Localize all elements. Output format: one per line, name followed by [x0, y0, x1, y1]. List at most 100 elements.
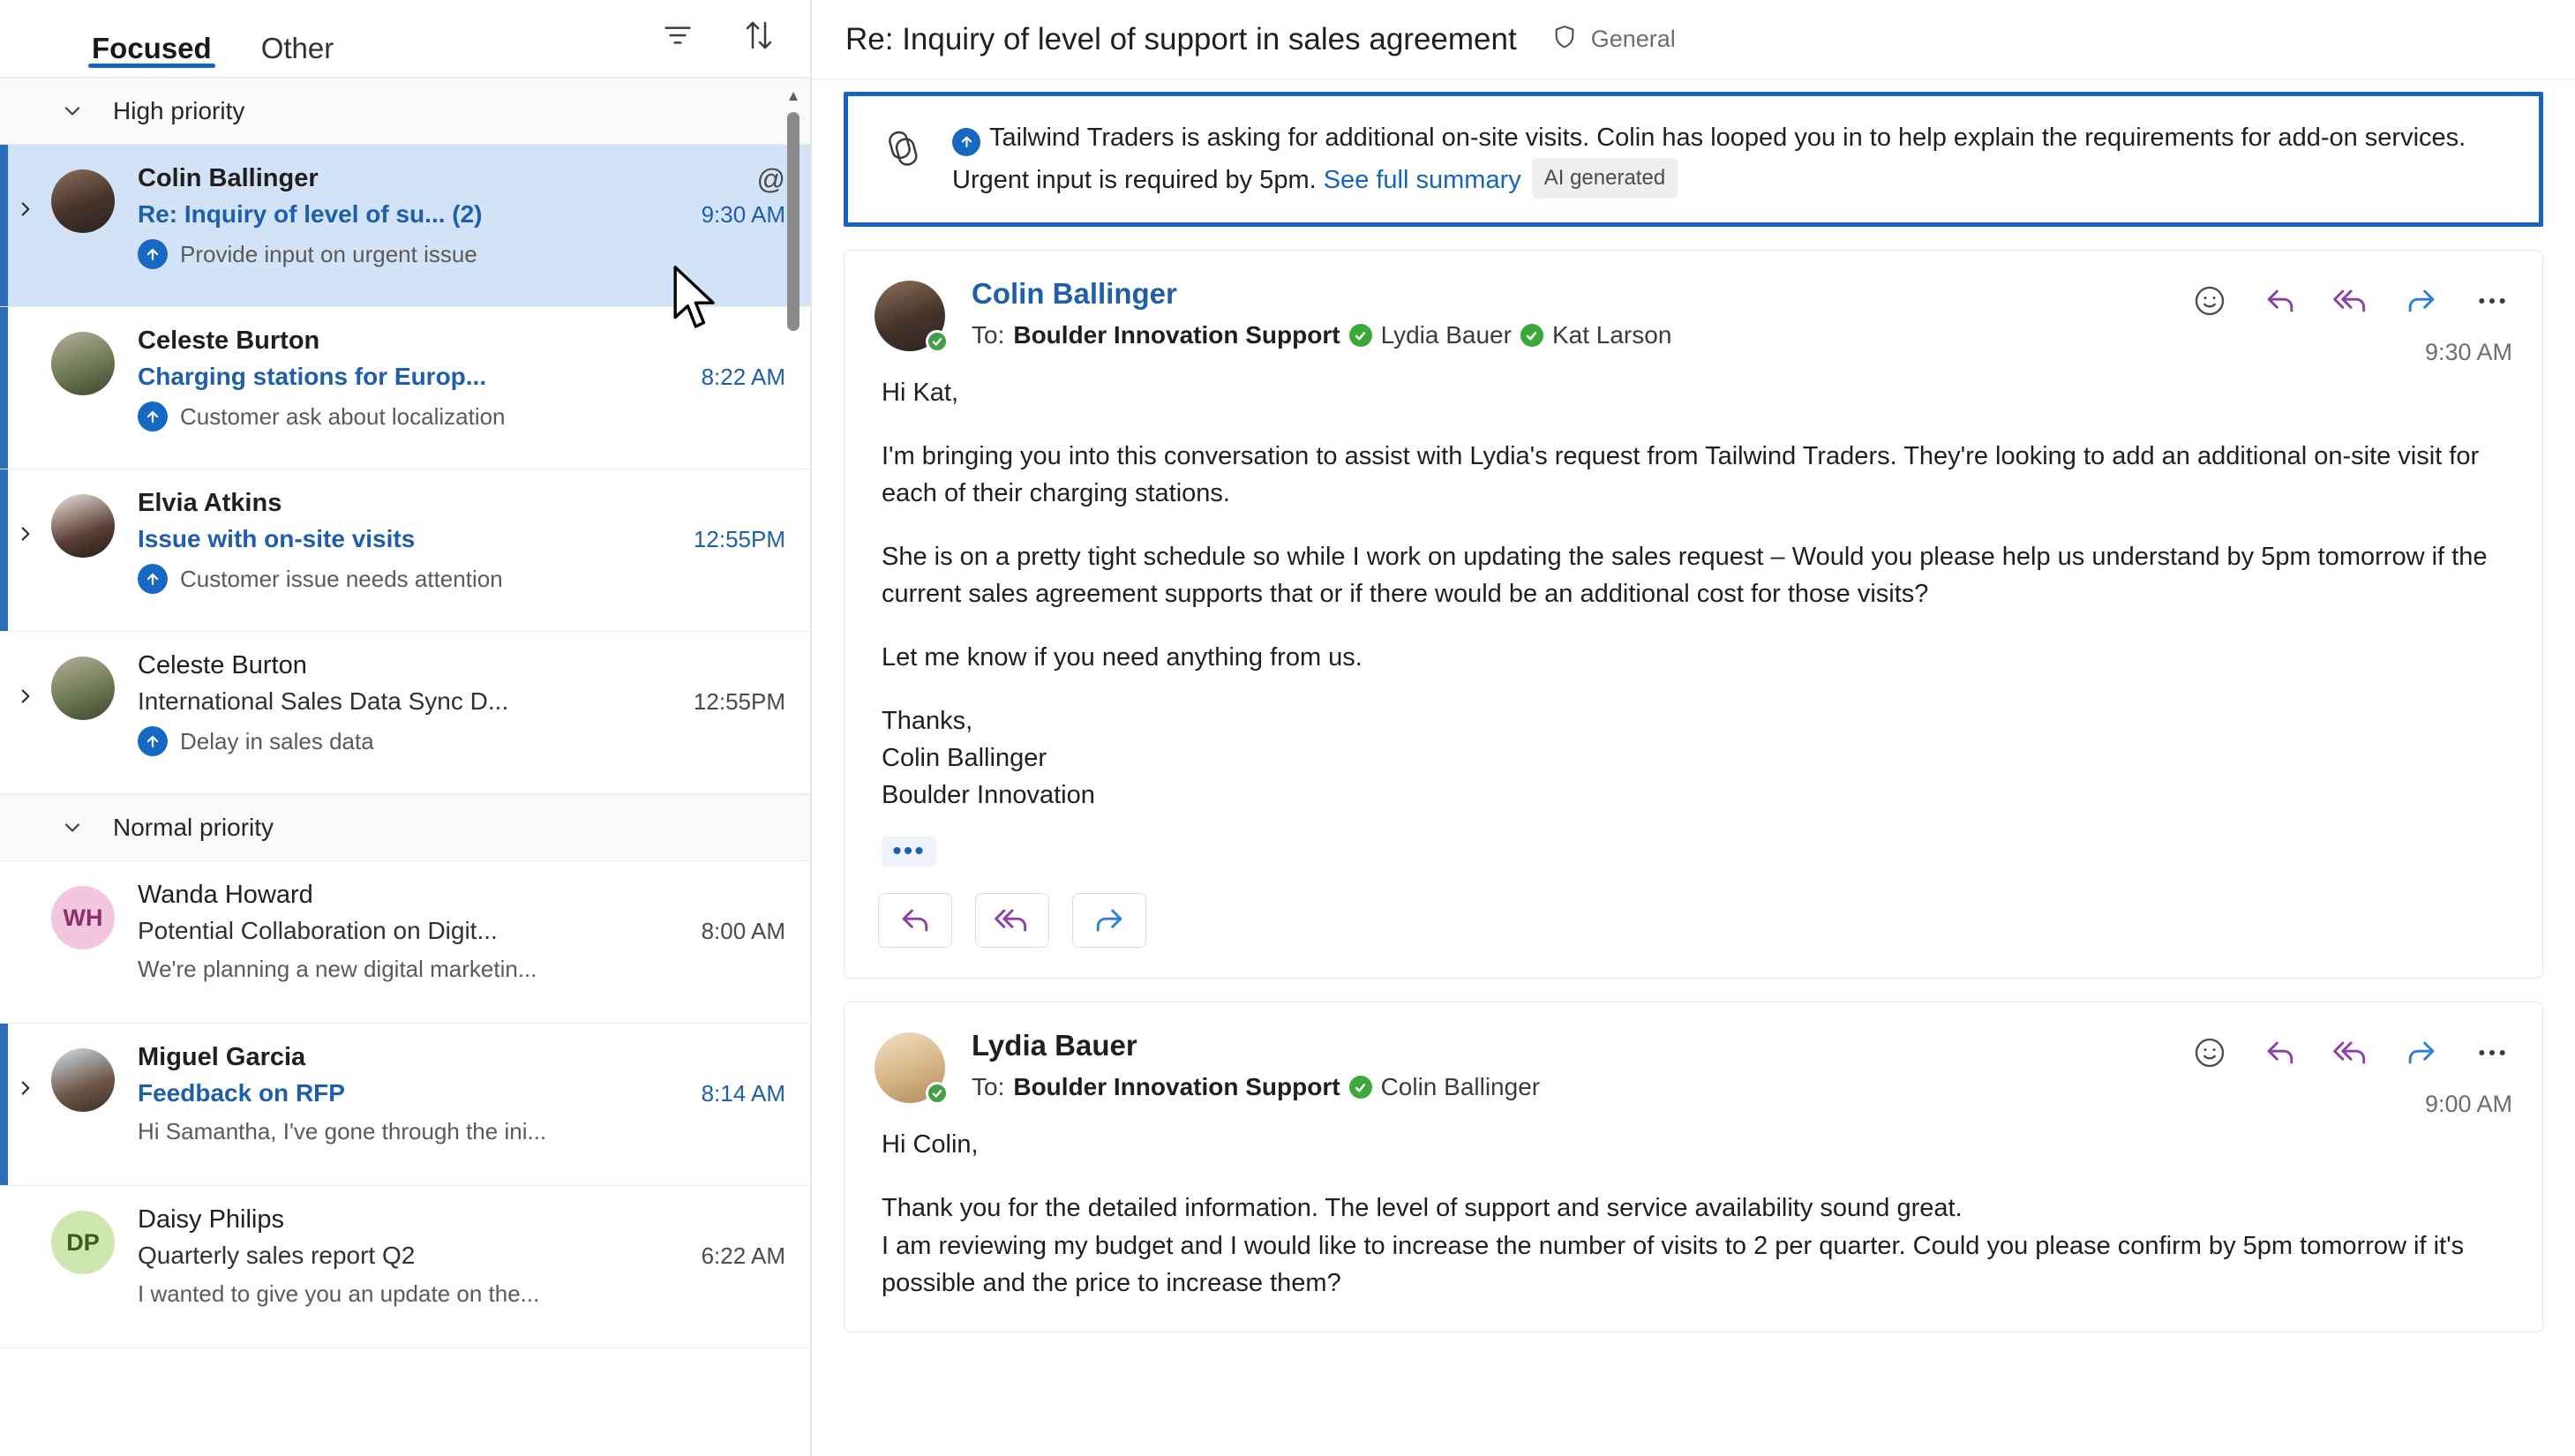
list-item-sender: Elvia Atkins [138, 489, 282, 518]
chevron-down-icon [60, 99, 85, 124]
forward-icon[interactable] [2401, 281, 2442, 321]
group-header-high-priority[interactable]: High priority [0, 78, 810, 145]
forward-icon[interactable] [2401, 1032, 2442, 1073]
tab-focused[interactable]: Focused [88, 0, 215, 77]
expand-thread-chevron-icon[interactable] [0, 651, 51, 774]
avatar [51, 164, 134, 287]
presence-available-icon [926, 330, 949, 353]
list-item-sender: Celeste Burton [138, 651, 307, 680]
list-item-time: 8:22 AM [702, 364, 785, 391]
list-item[interactable]: Celeste Burton Charging stations for Eur… [0, 307, 810, 469]
list-item-content: Colin Ballinger @ Re: Inquiry of level o… [134, 164, 785, 287]
filter-icon[interactable] [658, 16, 697, 55]
to-prefix: To: [972, 1073, 1004, 1101]
expand-thread-chevron-icon [0, 1205, 51, 1328]
list-item-content: Wanda Howard Potential Collaboration on … [134, 881, 785, 1003]
list-item-content: Celeste Burton Charging stations for Eur… [134, 326, 785, 449]
group-title: High priority [113, 97, 244, 125]
scrollbar-thumb[interactable] [787, 112, 800, 331]
list-item-sender: Colin Ballinger [138, 164, 319, 193]
emoji-reaction-icon[interactable] [2189, 281, 2230, 321]
avatar [51, 1043, 134, 1166]
list-item[interactable]: WH Wanda Howard Potential Collaboration … [0, 861, 810, 1024]
more-options-icon[interactable] [2472, 281, 2512, 321]
unread-indicator [0, 469, 8, 631]
to-prefix: To: [972, 321, 1004, 349]
unread-indicator [0, 307, 8, 469]
list-item-preview: Provide input on urgent issue [180, 241, 477, 268]
list-item[interactable]: Elvia Atkins Issue with on-site visits 1… [0, 469, 810, 632]
reply-all-icon[interactable] [2331, 281, 2371, 321]
group-header-normal-priority[interactable]: Normal priority [0, 794, 810, 861]
signature-line: Colin Ballinger [882, 739, 2512, 777]
list-item-subject: Re: Inquiry of level of su... (2) [138, 200, 483, 229]
list-item-sender: Daisy Philips [138, 1205, 284, 1235]
verified-icon [1349, 324, 1372, 347]
shield-icon [1550, 23, 1579, 56]
list-item[interactable]: Celeste Burton International Sales Data … [0, 632, 810, 794]
list-item-content: Miguel Garcia Feedback on RFP 8:14 AM Hi… [134, 1043, 785, 1166]
avatar: WH [51, 881, 134, 1003]
message-sender[interactable]: Colin Ballinger [972, 277, 2166, 311]
message-paragraph: I'm bringing you into this conversation … [882, 438, 2512, 512]
copilot-icon [878, 119, 926, 176]
message-recipients: To: Boulder Innovation Support Lydia Bau… [972, 321, 2166, 349]
signature-line: Thanks, [882, 702, 2512, 739]
high-priority-icon [138, 564, 168, 594]
expand-thread-chevron-icon [0, 881, 51, 1003]
list-item-sender: Miguel Garcia [138, 1043, 305, 1072]
forward-button[interactable] [1072, 893, 1146, 948]
high-priority-icon [138, 726, 168, 756]
avatar-initials: DP [66, 1229, 100, 1257]
reply-button[interactable] [878, 893, 952, 948]
message-timestamp: 9:30 AM [2425, 339, 2512, 366]
ai-summary-text: Tailwind Traders is asking for additiona… [952, 119, 2512, 199]
reply-all-icon[interactable] [2331, 1032, 2371, 1073]
ai-summary-banner[interactable]: Tailwind Traders is asking for additiona… [844, 92, 2543, 227]
list-item-preview: Customer issue needs attention [180, 566, 503, 593]
show-trimmed-content-button[interactable]: ••• [882, 837, 936, 867]
sort-icon[interactable] [739, 16, 778, 55]
list-item[interactable]: DP Daisy Philips Quarterly sales report … [0, 1186, 810, 1348]
list-item-subject: Potential Collaboration on Digit... [138, 917, 498, 945]
scroll-up-arrow-icon[interactable]: ▲ [786, 88, 801, 103]
list-item-time: 6:22 AM [702, 1242, 785, 1270]
message-card: Lydia Bauer To: Boulder Innovation Suppo… [844, 1002, 2543, 1332]
message-list-pane: Focused Other [0, 0, 812, 1456]
signature-line: Boulder Innovation [882, 777, 2512, 814]
message-identity: Colin Ballinger To: Boulder Innovation S… [972, 277, 2166, 349]
message-list-scroll[interactable]: High priority Colin Ballinger @ R [0, 78, 810, 1456]
list-item-time: 8:14 AM [702, 1080, 785, 1107]
list-item-subject: Issue with on-site visits [138, 525, 415, 553]
message-paragraph: She is on a pretty tight schedule so whi… [882, 538, 2512, 612]
emoji-reaction-icon[interactable] [2189, 1032, 2230, 1073]
message-sender[interactable]: Lydia Bauer [972, 1029, 2166, 1062]
reply-icon[interactable] [2260, 1032, 2301, 1073]
verified-icon [1520, 324, 1543, 347]
sensitivity-label[interactable]: General [1550, 23, 1676, 56]
message-actions [2189, 1029, 2512, 1073]
reply-all-button[interactable] [975, 893, 1049, 948]
sensitivity-label-text: General [1591, 26, 1676, 53]
avatar[interactable] [875, 1029, 949, 1103]
reply-icon[interactable] [2260, 281, 2301, 321]
avatar[interactable] [875, 277, 949, 351]
recipient-name: Kat Larson [1552, 321, 1671, 349]
list-item-preview: We're planning a new digital marketin... [138, 956, 537, 983]
message-actions [2189, 277, 2512, 321]
message-body: Hi Colin, Thank you for the detailed inf… [875, 1126, 2512, 1301]
list-item-time: 8:00 AM [702, 918, 785, 945]
tab-focused-label: Focused [92, 34, 212, 63]
list-scrollbar[interactable]: ▲ [782, 81, 805, 1456]
outlook-window: Focused Other [0, 0, 2575, 1456]
list-item-preview: Customer ask about localization [180, 403, 506, 431]
list-item-preview: Delay in sales data [180, 728, 374, 755]
ai-summary-body: Tailwind Traders is asking for additiona… [952, 124, 2466, 194]
see-full-summary-link[interactable]: See full summary [1324, 166, 1521, 194]
tab-other[interactable]: Other [258, 0, 338, 77]
more-options-icon[interactable] [2472, 1032, 2512, 1073]
list-item[interactable]: Miguel Garcia Feedback on RFP 8:14 AM Hi… [0, 1024, 810, 1186]
message-header: Lydia Bauer To: Boulder Innovation Suppo… [875, 1029, 2512, 1103]
avatar [51, 326, 134, 449]
list-item[interactable]: Colin Ballinger @ Re: Inquiry of level o… [0, 145, 810, 307]
